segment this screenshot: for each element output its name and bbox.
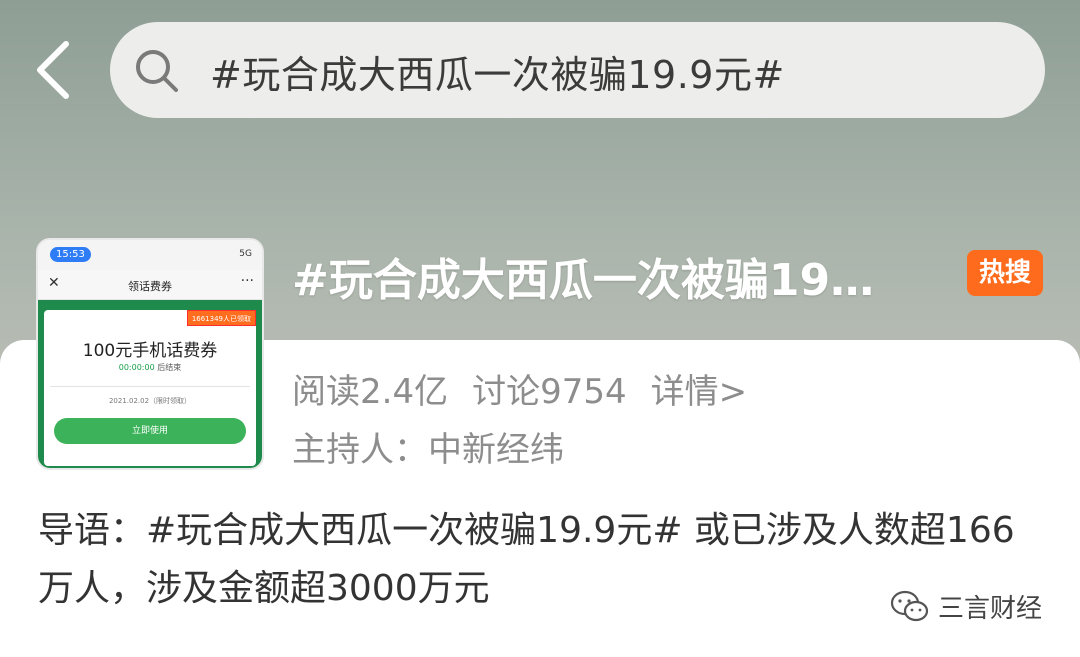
read-count: 阅读2.4亿 xyxy=(292,372,449,412)
details-link[interactable]: 详情> xyxy=(651,372,748,412)
thumb-countdown-suffix: 后结束 xyxy=(157,363,182,372)
thumb-countdown: 00:00:00 后结束 xyxy=(44,362,256,373)
thumb-use-button: 立即使用 xyxy=(54,418,246,444)
topic-host: 主持人：中新经纬 xyxy=(292,430,564,470)
watermark: 三言财经 xyxy=(890,588,1042,625)
thumb-claimed-tag: 1661349人已领取 xyxy=(186,310,256,326)
thumb-coupon-title: 100元手机话费券 xyxy=(82,341,218,361)
thumb-date-note: 2021.02.02（限时领取） xyxy=(108,397,192,405)
divider xyxy=(50,386,250,387)
more-icon: ··· xyxy=(240,273,254,289)
search-query[interactable]: #玩合成大西瓜一次被骗19.9元# xyxy=(210,44,785,99)
back-button[interactable] xyxy=(30,38,80,102)
topic-title: #玩合成大西瓜一次被骗19… xyxy=(292,255,875,306)
thumb-coupon-card: 1661349人已领取 100元手机话费券 00:00:00 后结束 2021.… xyxy=(44,310,256,466)
wechat-icon xyxy=(890,590,929,621)
thumb-time: 15:53 xyxy=(50,247,91,262)
topic-stats: 阅读2.4亿 讨论9754 详情> xyxy=(292,364,771,413)
chevron-left-icon xyxy=(37,41,69,99)
thumb-countdown-time: 00:00:00 xyxy=(118,363,155,372)
thumb-green-panel: 1661349人已领取 100元手机话费券 00:00:00 后结束 2021.… xyxy=(38,300,262,468)
thumb-network: 5G xyxy=(239,249,252,259)
hot-search-badge: 热搜 xyxy=(967,250,1043,296)
search-bar[interactable]: #玩合成大西瓜一次被骗19.9元# xyxy=(110,22,1045,118)
discussion-count: 讨论9754 xyxy=(472,372,627,412)
search-icon xyxy=(136,50,178,92)
thumb-nav: ✕ 领话费券 ··· xyxy=(38,270,262,300)
thumb-status-bar: 15:53 5G xyxy=(38,240,262,270)
watermark-text: 三言财经 xyxy=(938,594,1043,624)
topic-thumbnail[interactable]: 15:53 5G ✕ 领话费券 ··· 1661349人已领取 100元手机话费… xyxy=(36,238,264,470)
thumb-nav-title: 领话费券 xyxy=(128,280,172,293)
